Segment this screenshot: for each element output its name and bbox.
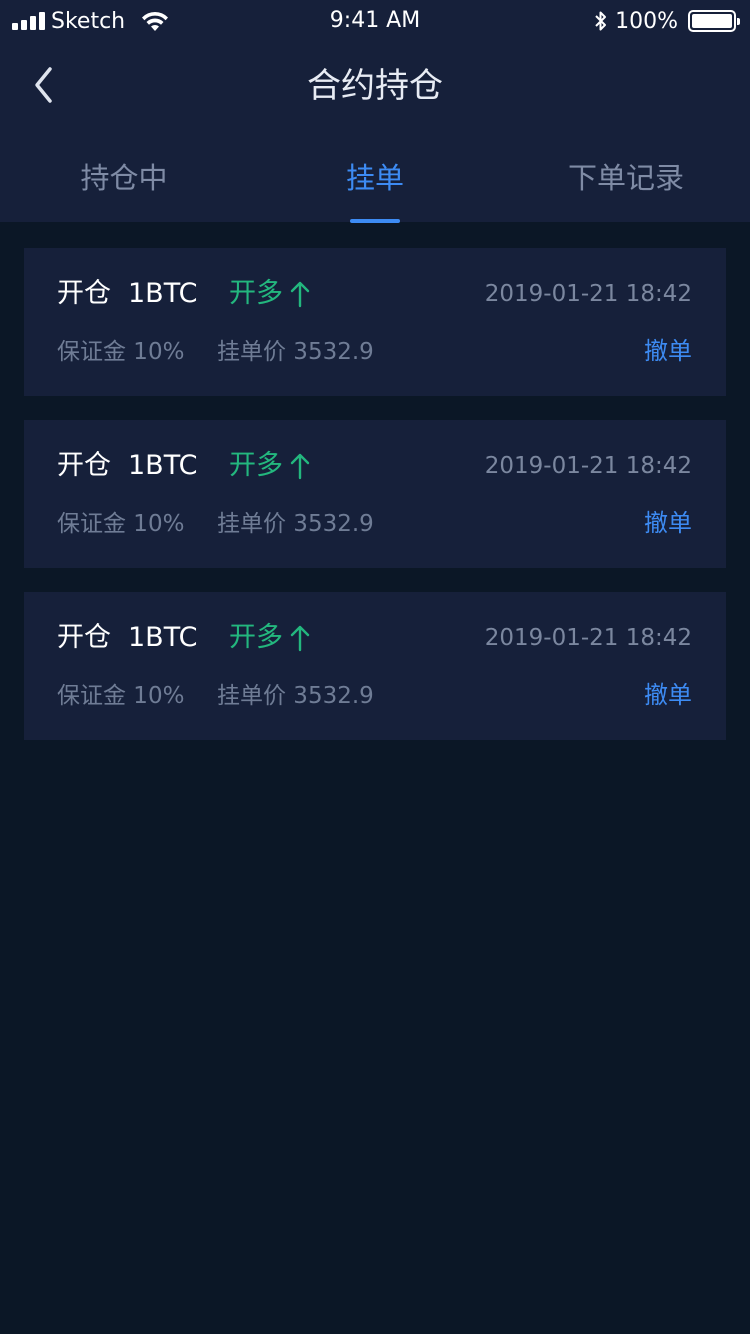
order-price: 挂单价 3532.9 (217, 683, 374, 709)
cancel-order-button[interactable]: 撤单 (644, 678, 692, 712)
order-quantity: 1BTC (128, 450, 198, 481)
order-margin: 保证金 10% (57, 683, 185, 709)
order-card: 开仓 1BTC 开多 2019-01-21 18:42 保证金 10% 挂单价 … (24, 420, 726, 568)
order-time: 2019-01-21 18:42 (484, 625, 692, 651)
tab-order-history[interactable]: 下单记录 (546, 158, 706, 198)
order-direction: 开多 (229, 276, 311, 312)
header: Sketch 9:41 AM 100% 合约持仓 持仓中 挂单 下单记录 (0, 0, 750, 223)
order-card: 开仓 1BTC 开多 2019-01-21 18:42 保证金 10% 挂单价 … (24, 248, 726, 396)
order-action: 开仓 (57, 622, 111, 653)
order-margin: 保证金 10% (57, 339, 185, 365)
order-direction-label: 开多 (229, 278, 283, 309)
order-direction: 开多 (229, 448, 311, 484)
status-bar: Sketch 9:41 AM 100% (0, 0, 750, 40)
arrow-up-icon (290, 281, 310, 308)
page-title: 合约持仓 (307, 66, 443, 106)
status-right: 100% (593, 8, 740, 34)
order-action: 开仓 (57, 450, 111, 481)
bluetooth-icon (595, 11, 607, 31)
cancel-order-button[interactable]: 撤单 (644, 506, 692, 540)
order-price: 挂单价 3532.9 (217, 339, 374, 365)
order-action: 开仓 (57, 278, 111, 309)
order-price: 挂单价 3532.9 (217, 511, 374, 537)
order-time: 2019-01-21 18:42 (484, 453, 692, 479)
cancel-order-button[interactable]: 撤单 (644, 334, 692, 368)
order-direction: 开多 (229, 620, 311, 656)
tab-holding[interactable]: 持仓中 (44, 158, 204, 198)
order-direction-label: 开多 (229, 450, 283, 481)
battery-percent: 100% (615, 8, 678, 34)
order-time: 2019-01-21 18:42 (484, 281, 692, 307)
order-direction-label: 开多 (229, 622, 283, 653)
order-margin: 保证金 10% (57, 511, 185, 537)
arrow-up-icon (290, 625, 310, 652)
order-quantity: 1BTC (128, 622, 198, 653)
arrow-up-icon (290, 453, 310, 480)
active-tab-indicator (350, 219, 400, 223)
order-card: 开仓 1BTC 开多 2019-01-21 18:42 保证金 10% 挂单价 … (24, 592, 726, 740)
tab-pending-orders[interactable]: 挂单 (295, 158, 455, 198)
battery-icon (688, 10, 740, 32)
order-quantity: 1BTC (128, 278, 198, 309)
tab-bar: 持仓中 挂单 下单记录 (0, 150, 750, 223)
